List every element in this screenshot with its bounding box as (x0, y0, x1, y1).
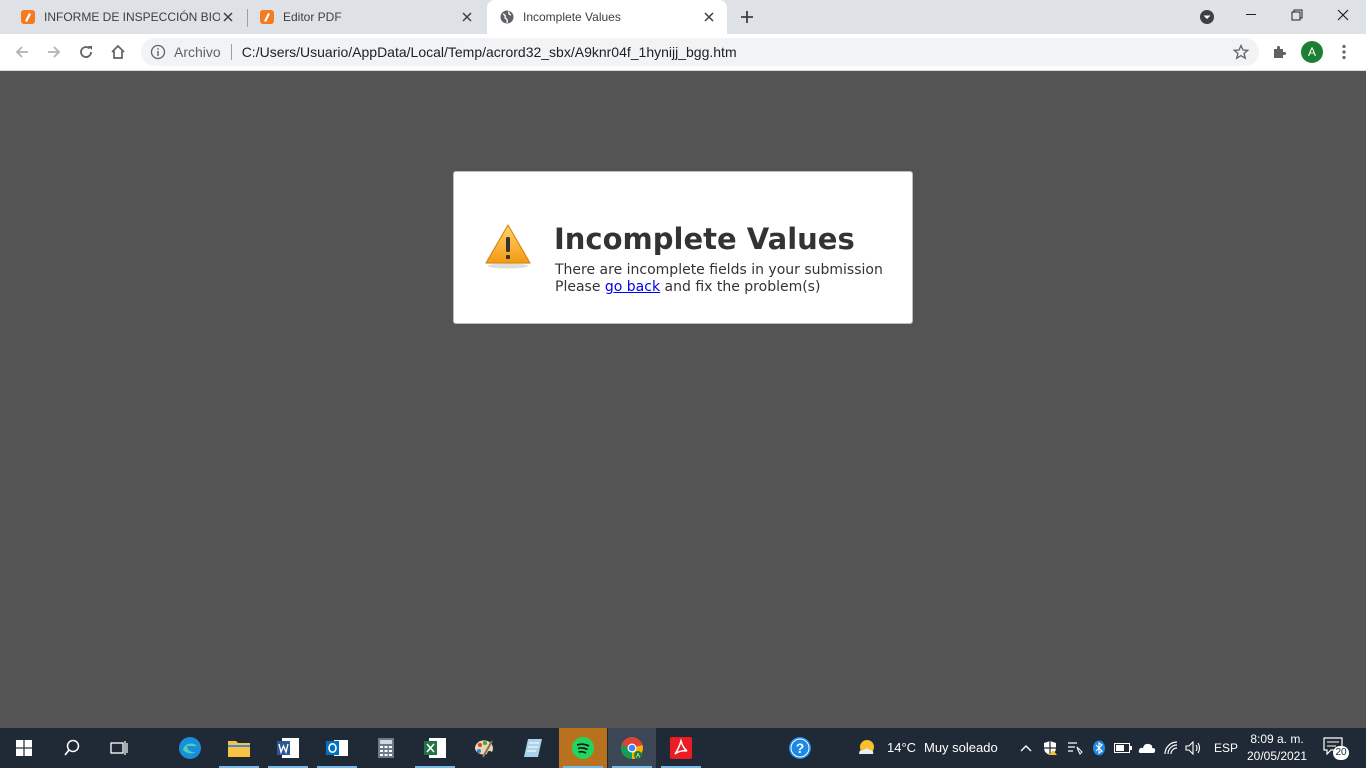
page-content: Incomplete Values There are incomplete f… (0, 71, 1366, 728)
security-shield-icon[interactable] (1041, 739, 1059, 757)
home-button[interactable] (108, 42, 128, 62)
clock-date: 20/05/2021 (1246, 749, 1308, 763)
url-text[interactable]: C:/Users/Usuario/AppData/Local/Temp/acro… (242, 44, 737, 60)
new-tab-button[interactable] (736, 6, 758, 28)
browser-toolbar: Archivo C:/Users/Usuario/AppData/Local/T… (0, 34, 1366, 71)
bookmark-star-icon[interactable] (1233, 44, 1249, 60)
restore-button[interactable] (1274, 0, 1320, 30)
error-dialog: Incomplete Values There are incomplete f… (453, 171, 913, 324)
network-status-icon[interactable] (1066, 739, 1084, 757)
minimize-button[interactable] (1228, 0, 1274, 30)
warning-icon (485, 224, 531, 269)
tab-title: Incomplete Values (523, 10, 621, 24)
calculator-taskbar-icon[interactable] (362, 728, 410, 768)
action-center-button[interactable]: 20 (1323, 737, 1349, 761)
word-taskbar-icon[interactable] (264, 728, 312, 768)
message-prefix: Please (555, 279, 605, 295)
show-hidden-icons-icon[interactable] (1017, 739, 1035, 757)
pdf-editor-icon (260, 10, 274, 24)
go-back-link[interactable]: go back (605, 279, 660, 295)
search-button[interactable] (48, 728, 96, 768)
tab-title: Editor PDF (283, 10, 342, 24)
chrome-taskbar-icon[interactable]: A (608, 728, 656, 768)
file-explorer-taskbar-icon[interactable] (215, 728, 263, 768)
close-tab-icon[interactable] (701, 9, 717, 25)
tab-search-icon[interactable] (1198, 8, 1216, 26)
pdf-editor-icon (21, 10, 35, 24)
volume-icon[interactable] (1185, 739, 1203, 757)
notes-taskbar-icon[interactable] (509, 728, 557, 768)
globe-icon (500, 10, 514, 24)
forward-button[interactable] (44, 42, 64, 62)
tab-editor-pdf[interactable]: Editor PDF (239, 0, 485, 34)
wifi-icon[interactable] (1162, 739, 1180, 757)
weather-temp[interactable]: 14°C (887, 740, 916, 755)
scheme-divider (230, 44, 232, 60)
menu-button[interactable] (1334, 42, 1354, 62)
clock[interactable]: 8:09 a. m. 20/05/2021 (1244, 731, 1310, 765)
back-button[interactable] (12, 42, 32, 62)
close-tab-icon[interactable] (459, 9, 475, 25)
extensions-button[interactable] (1269, 42, 1289, 62)
bluetooth-icon[interactable] (1090, 739, 1108, 757)
info-icon[interactable] (150, 44, 166, 60)
onedrive-cloud-icon[interactable] (1138, 739, 1156, 757)
battery-icon[interactable] (1114, 739, 1132, 757)
input-language[interactable]: ESP (1214, 741, 1238, 755)
help-taskbar-icon[interactable]: ? (776, 728, 824, 768)
outlook-taskbar-icon[interactable] (313, 728, 361, 768)
close-tab-icon[interactable] (220, 9, 236, 25)
weather-sunny-icon[interactable] (856, 738, 878, 758)
message-line-1: There are incomplete fields in your subm… (555, 262, 883, 278)
profile-avatar[interactable]: A (1301, 41, 1323, 63)
taskbar: A ? 14°C Muy soleado ESP 8:09 a. m. 20/0… (0, 728, 1366, 768)
paint-taskbar-icon[interactable] (460, 728, 508, 768)
tab-incomplete-values[interactable]: Incomplete Values (487, 0, 727, 34)
reload-button[interactable] (76, 42, 96, 62)
spotify-taskbar-icon[interactable] (559, 728, 607, 768)
message-line-2: Please go back and fix the problem(s) (555, 279, 883, 296)
close-window-button[interactable] (1320, 0, 1366, 30)
acrobat-taskbar-icon[interactable] (657, 728, 705, 768)
notification-count-badge: 20 (1333, 746, 1349, 760)
task-view-button[interactable] (95, 728, 143, 768)
excel-taskbar-icon[interactable] (411, 728, 459, 768)
clock-time: 8:09 a. m. (1250, 732, 1304, 746)
dialog-title: Incomplete Values (554, 222, 855, 256)
svg-text:A: A (636, 754, 640, 760)
message-suffix: and fix the problem(s) (660, 279, 821, 295)
tab-title: INFORME DE INSPECCIÓN BIOSE (44, 10, 220, 24)
dialog-message: There are incomplete fields in your subm… (555, 262, 883, 296)
tab-informe[interactable]: INFORME DE INSPECCIÓN BIOSE (0, 0, 246, 34)
address-bar[interactable]: Archivo C:/Users/Usuario/AppData/Local/T… (141, 38, 1259, 66)
scheme-label: Archivo (174, 44, 221, 60)
tab-strip: INFORME DE INSPECCIÓN BIOSE Editor PDF I… (0, 0, 1366, 34)
weather-description[interactable]: Muy soleado (924, 740, 998, 755)
svg-text:?: ? (796, 740, 805, 756)
start-button[interactable] (0, 728, 48, 768)
edge-taskbar-icon[interactable] (166, 728, 214, 768)
